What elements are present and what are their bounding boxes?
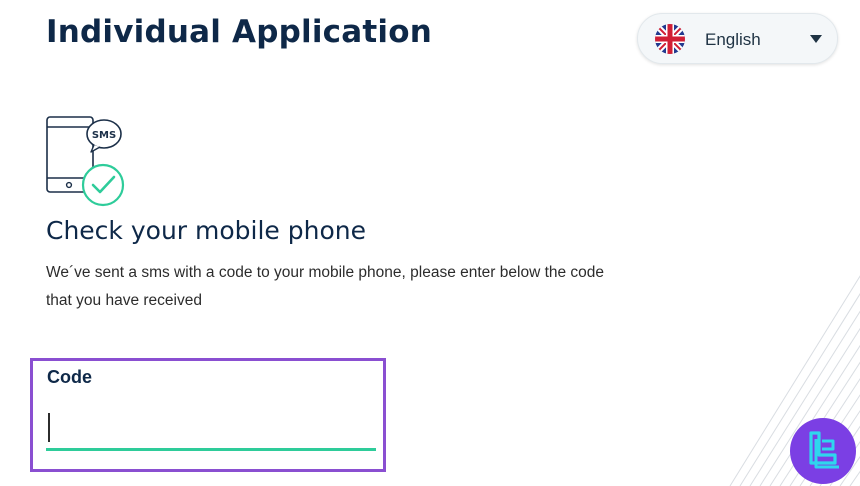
code-label: Code [47,367,92,387]
brand-logo-icon [790,418,856,484]
section-heading: Check your mobile phone [46,216,366,245]
page: Individual Application English SMS Check… [0,0,860,486]
sms-bubble-text: SMS [92,130,116,141]
code-input[interactable] [46,405,376,451]
text-cursor [48,413,50,442]
page-title: Individual Application [46,14,432,50]
phone-sms-check-icon: SMS [46,116,125,207]
language-label: English [705,30,761,49]
language-selector[interactable]: English [637,13,838,64]
instructions-text: We´ve sent a sms with a code to your mob… [46,264,605,309]
uk-flag-icon [655,24,685,54]
chevron-down-icon [810,35,822,43]
